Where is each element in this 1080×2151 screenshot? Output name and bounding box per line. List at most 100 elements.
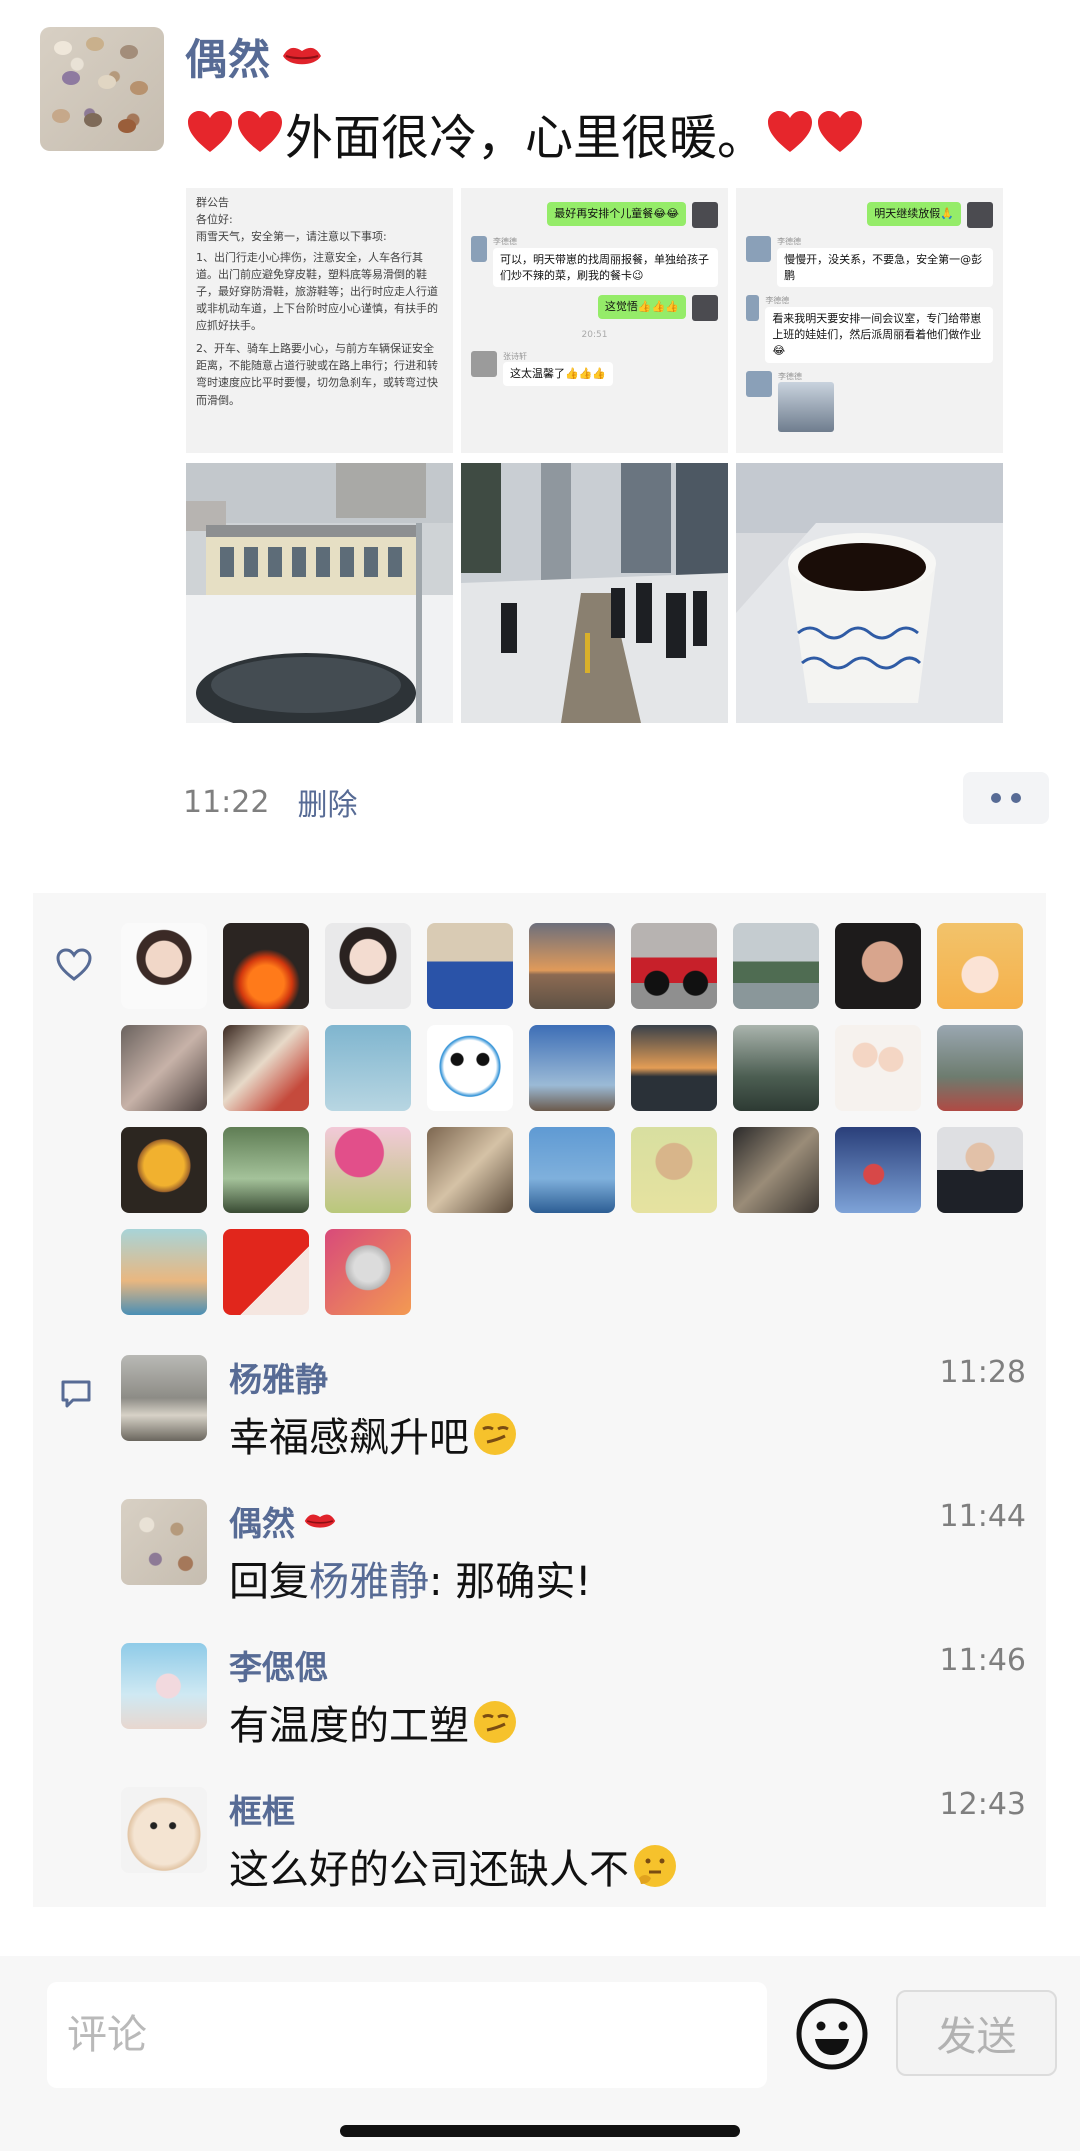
comment-text: 幸福感飙升吧 <box>229 1415 469 1461</box>
comment-item[interactable]: 框框 12:43 这么好的公司还缺人不 <box>121 1787 1026 1931</box>
liker-avatar[interactable] <box>121 1229 207 1315</box>
photo-grid: 群公告 各位好: 雨雪天气，安全第一，请注意以下事项: 1、出门行走小心摔伤，注… <box>186 188 1003 725</box>
chat-sender: 李德德 <box>492 237 517 246</box>
comment-time: 12:43 <box>939 1787 1026 1822</box>
liker-avatar[interactable] <box>733 923 819 1009</box>
liker-avatar[interactable] <box>325 1127 411 1213</box>
liker-avatar[interactable] <box>223 1229 309 1315</box>
lips-icon <box>304 1514 336 1528</box>
liker-avatar[interactable] <box>835 1025 921 1111</box>
thinking-emoji-icon <box>634 1845 676 1887</box>
chat-bubble: 明天继续放假🙏 <box>867 202 961 226</box>
liker-avatar[interactable] <box>121 1025 207 1111</box>
liker-avatar[interactable] <box>529 923 615 1009</box>
home-indicator[interactable] <box>340 2125 740 2137</box>
liker-avatar[interactable] <box>121 923 207 1009</box>
post-time: 11:22 <box>183 784 270 820</box>
commenter-avatar[interactable] <box>121 1355 207 1441</box>
coffee-cup-image <box>736 463 1003 723</box>
liker-avatar[interactable] <box>325 923 411 1009</box>
comment-text: 有温度的工塑 <box>229 1703 469 1749</box>
post-body: 外面很冷，心里很暖。 <box>285 110 766 166</box>
liker-avatar[interactable] <box>529 1025 615 1111</box>
photo-chat-screenshot-1[interactable]: 最好再安排个儿童餐😂😂 李德德 可以，明天带崽的找周丽报餐，单独给孩子们炒不辣的菜… <box>461 188 728 453</box>
chat-avatar <box>692 295 718 322</box>
commenter-name[interactable]: 李偲偲 <box>229 1641 328 1689</box>
comment-text: : 那确实! <box>429 1559 592 1605</box>
shoveling-snow-image <box>461 463 728 723</box>
chat-timestamp: 20:51 <box>581 330 608 341</box>
liker-avatar[interactable] <box>223 1025 309 1111</box>
chat-bubble: 这觉悟👍👍👍 <box>597 295 686 320</box>
liker-avatar[interactable] <box>325 1229 411 1315</box>
more-actions-button[interactable] <box>963 772 1049 824</box>
chat-avatar <box>746 295 760 322</box>
chat-avatar <box>746 236 772 262</box>
liker-avatar[interactable] <box>631 923 717 1009</box>
liker-avatar[interactable] <box>427 923 513 1009</box>
chat-avatar <box>746 370 772 397</box>
liker-avatar[interactable] <box>937 1025 1023 1111</box>
likes-avatar-grid <box>121 923 1023 1315</box>
comment-input[interactable] <box>47 1982 767 2088</box>
comment-input-bar: 发送 <box>0 1956 1080 2151</box>
red-heart-icon <box>188 111 232 152</box>
red-heart-icon <box>768 111 813 152</box>
liker-avatar[interactable] <box>937 1127 1023 1213</box>
commenter-name[interactable]: 偶然 <box>229 1497 295 1545</box>
heart-outline-icon <box>56 948 92 981</box>
notice-item-1: 1、出门行走小心摔伤，注意安全，人车各行其道。出门前应避免穿皮鞋，塑料底等易滑倒… <box>196 251 438 333</box>
chat-bubble: 慢慢开，没关系，不要急，安全第一@彭鹏 <box>777 247 993 288</box>
chat-sender: 李德德 <box>778 371 802 381</box>
delete-button[interactable]: 删除 <box>297 780 357 824</box>
notice-item-2: 2、开车、骑车上路要小心，与前方车辆保证安全距离，不能随意占道行驶或在路上串行；… <box>196 342 438 407</box>
liker-avatar[interactable] <box>631 1127 717 1213</box>
chat-bubble: 这太温馨了👍👍👍 <box>503 362 614 387</box>
liker-avatar[interactable] <box>223 923 309 1009</box>
liker-avatar[interactable] <box>427 1025 513 1111</box>
photo-shoveling-snow[interactable] <box>461 463 728 723</box>
snowy-courtyard-image <box>186 463 453 723</box>
red-heart-icon <box>818 111 863 152</box>
dot-icon <box>991 793 1001 803</box>
commenter-name[interactable]: 杨雅静 <box>229 1353 328 1401</box>
liker-avatar[interactable] <box>325 1025 411 1111</box>
liker-avatar[interactable] <box>427 1127 513 1213</box>
chat-image-thumb <box>778 382 834 433</box>
liker-avatar[interactable] <box>121 1127 207 1213</box>
comment-icon <box>61 1380 91 1408</box>
liker-avatar[interactable] <box>835 923 921 1009</box>
notice-greeting: 各位好: <box>196 213 233 227</box>
liker-avatar[interactable] <box>223 1127 309 1213</box>
photo-notice-screenshot[interactable]: 群公告 各位好: 雨雪天气，安全第一，请注意以下事项: 1、出门行走小心摔伤，注… <box>186 188 453 453</box>
commenter-avatar[interactable] <box>121 1787 207 1873</box>
comment-item[interactable]: 杨雅静 11:28 幸福感飙升吧 <box>121 1355 1026 1499</box>
liker-avatar[interactable] <box>937 923 1023 1009</box>
chat-bubble: 看来我明天要安排一间会议室，专门给带崽上班的娃娃们，然后派周丽看着他们做作业😂 <box>765 307 993 363</box>
liker-avatar[interactable] <box>733 1025 819 1111</box>
chat-avatar <box>471 236 487 262</box>
photo-snowy-courtyard[interactable] <box>186 463 453 723</box>
author-name[interactable]: 偶然 <box>185 26 271 87</box>
author-avatar[interactable] <box>40 27 164 151</box>
send-button[interactable]: 发送 <box>896 1990 1057 2076</box>
commenter-avatar[interactable] <box>121 1499 207 1585</box>
liker-avatar[interactable] <box>529 1127 615 1213</box>
comment-list: 杨雅静 11:28 幸福感飙升吧 偶然 11:44 回复 杨雅静: 那确实! 李偲… <box>121 1355 1026 1931</box>
photo-coffee-cup[interactable] <box>736 463 1003 723</box>
comment-time: 11:46 <box>939 1643 1026 1678</box>
comment-item[interactable]: 偶然 11:44 回复 杨雅静: 那确实! <box>121 1499 1026 1643</box>
comment-item[interactable]: 李偲偲 11:46 有温度的工塑 <box>121 1643 1026 1787</box>
chat-avatar <box>692 202 718 228</box>
photo-chat-screenshot-2[interactable]: 明天继续放假🙏 李德德 慢慢开，没关系，不要急，安全第一@彭鹏 李德德 看来我明天要… <box>736 188 1003 453</box>
interaction-panel: 杨雅静 11:28 幸福感飙升吧 偶然 11:44 回复 杨雅静: 那确实! 李偲… <box>33 893 1046 1907</box>
chat-avatar <box>967 202 993 228</box>
liker-avatar[interactable] <box>733 1127 819 1213</box>
reply-target-name[interactable]: 杨雅静 <box>309 1549 429 1607</box>
liker-avatar[interactable] <box>835 1127 921 1213</box>
emoji-face-icon[interactable] <box>794 1996 870 2072</box>
red-heart-icon <box>238 111 282 152</box>
liker-avatar[interactable] <box>631 1025 717 1111</box>
commenter-name[interactable]: 框框 <box>229 1785 295 1833</box>
commenter-avatar[interactable] <box>121 1643 207 1729</box>
